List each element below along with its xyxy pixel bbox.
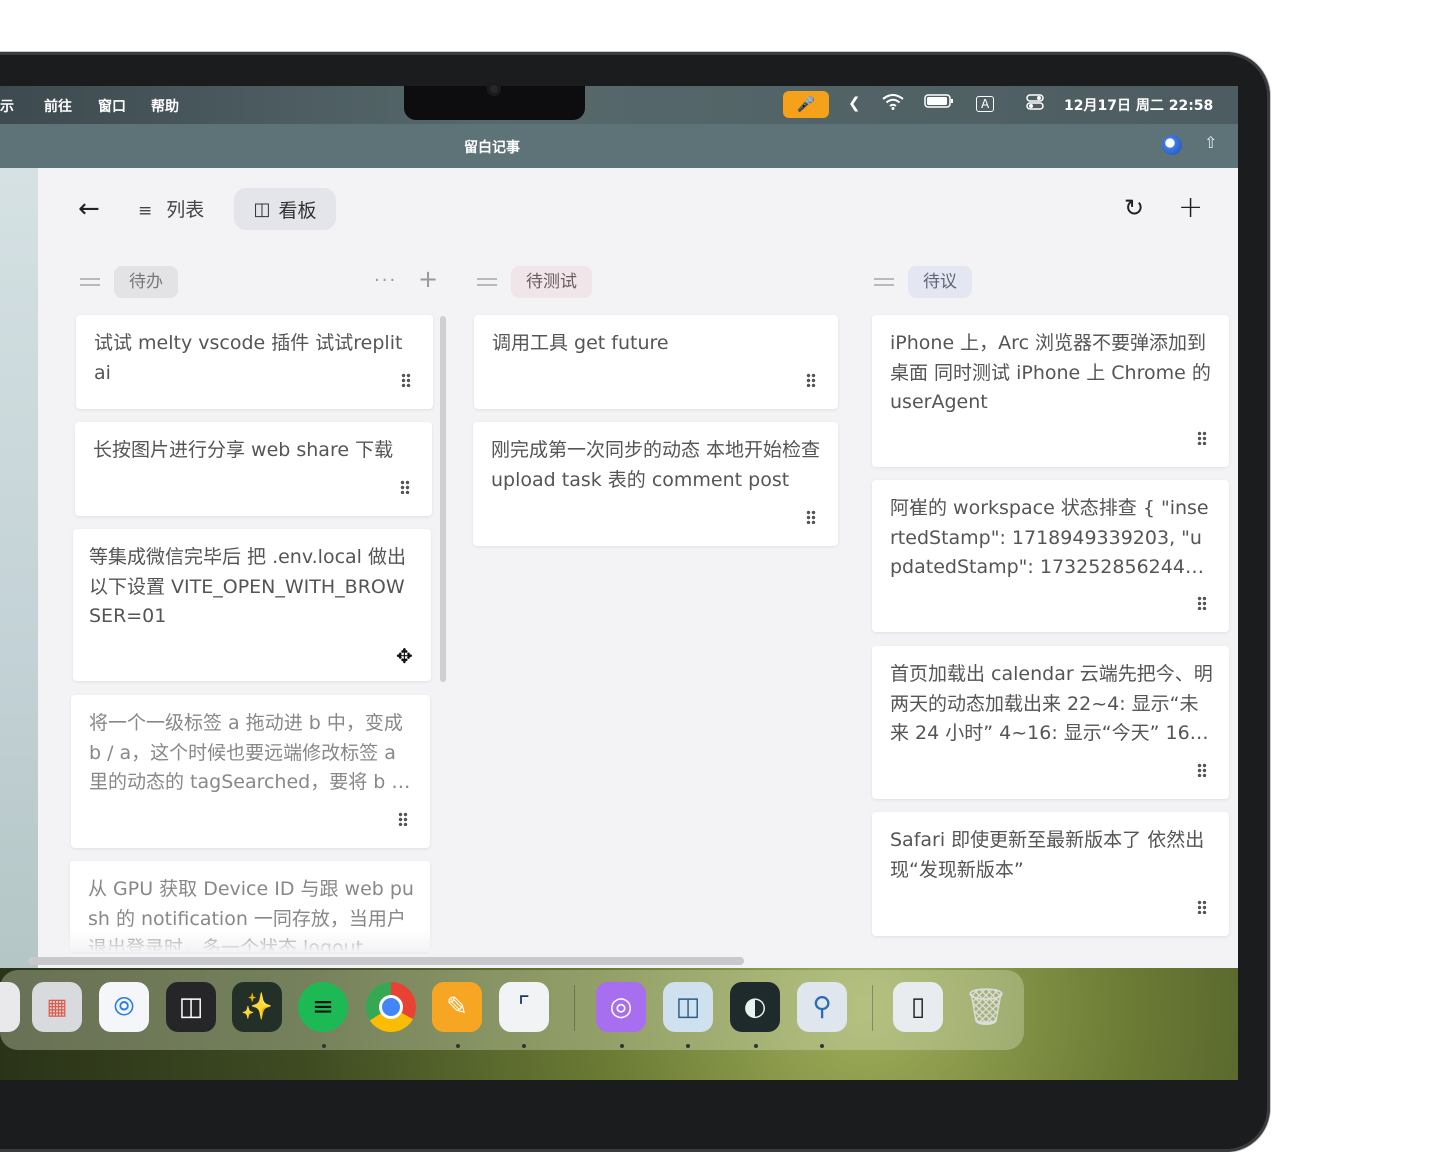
grip-icon[interactable]	[401, 373, 411, 387]
list-view-label: 列表	[166, 199, 205, 221]
menu-bar: 显示 前往 窗口 帮助	[0, 86, 1238, 124]
safari-icon[interactable]: ⦾	[99, 982, 149, 1032]
board-scrollbar[interactable]	[28, 957, 744, 965]
move-cursor-icon: ✥	[396, 644, 413, 668]
running-indicator	[620, 1044, 624, 1048]
board-view-button[interactable]: ◫ 看板	[234, 188, 336, 230]
card-text: 刚完成第一次同步的动态 本地开始检查 upload task 表的 commen…	[491, 439, 821, 491]
finder-icon[interactable]	[0, 982, 20, 1032]
column-header-discuss: 待议	[874, 266, 972, 298]
card[interactable]: Safari 即使更新至最新版本了 依然出现“发现新版本”	[872, 812, 1229, 936]
column-title[interactable]: 待测试	[511, 266, 592, 298]
column-scrollbar[interactable]	[440, 316, 446, 682]
menu-help[interactable]: 帮助	[151, 96, 179, 116]
spotify-icon[interactable]: ≡	[298, 982, 348, 1032]
card[interactable]: iPhone 上，Arc 浏览器不要弹添加到桌面 同时测试 iPhone 上 C…	[872, 315, 1229, 467]
pages-icon[interactable]: ✎	[432, 982, 482, 1032]
notes-app-icon[interactable]: ◫	[166, 982, 216, 1032]
card-text: 试试 melty vscode 插件 试试replit ai	[94, 332, 403, 384]
lark-icon[interactable]: ⌜	[499, 982, 549, 1032]
card[interactable]: 长按图片进行分享 web share 下载	[75, 422, 432, 516]
running-indicator	[820, 1044, 824, 1048]
column-add-icon[interactable]: +	[418, 265, 438, 293]
drag-handle-icon[interactable]	[477, 278, 497, 286]
grip-icon[interactable]	[1197, 900, 1207, 914]
card-text: 调用工具 get future	[492, 332, 669, 354]
grip-icon[interactable]	[1197, 596, 1207, 610]
dock-separator	[872, 985, 873, 1031]
card-text: 阿崔的 workspace 状态排查 { "insertedStamp": 17…	[890, 497, 1209, 578]
drag-handle-icon[interactable]	[874, 278, 894, 286]
running-indicator	[686, 1044, 690, 1048]
share-icon[interactable]: ⇧	[1204, 133, 1217, 152]
window-titlebar: 留白记事	[0, 124, 1238, 168]
wifi-icon[interactable]	[882, 94, 904, 114]
grip-icon[interactable]	[400, 480, 410, 494]
card-text: 首页加载出 calendar 云端先把今、明两天的动态加载出来 22~4: 显示…	[890, 663, 1213, 744]
chrome-icon[interactable]	[366, 982, 416, 1032]
sidebar-edge	[0, 168, 38, 968]
menu-window[interactable]: 窗口	[98, 96, 126, 116]
card[interactable]: 首页加载出 calendar 云端先把今、明两天的动态加载出来 22~4: 显示…	[872, 646, 1229, 799]
card-text: 长按图片进行分享 web share 下载	[93, 439, 394, 461]
preview-icon[interactable]: ◫	[663, 982, 713, 1032]
column-header-todo: 待办	[80, 266, 178, 298]
back-arrow-icon[interactable]: ←	[78, 194, 100, 224]
card[interactable]: 试试 melty vscode 插件 试试replit ai	[76, 315, 433, 409]
card[interactable]: 等集成微信完毕后 把 .env.local 做出以下设置 VITE_OPEN_W…	[73, 529, 431, 681]
camera	[487, 82, 501, 96]
iphone-mirroring-icon[interactable]: ▯	[893, 982, 943, 1032]
list-icon: ≡	[138, 201, 153, 221]
add-icon[interactable]: +	[1178, 190, 1203, 225]
refresh-icon[interactable]: ↻	[1124, 194, 1144, 222]
dock-separator	[574, 985, 575, 1031]
running-indicator	[322, 1044, 326, 1048]
arc-icon[interactable]: ◐	[730, 982, 780, 1032]
podcast-app-icon[interactable]: ◎	[596, 982, 646, 1032]
drag-handle-icon[interactable]	[80, 278, 100, 286]
card[interactable]: 调用工具 get future	[474, 315, 838, 409]
card-text: iPhone 上，Arc 浏览器不要弹添加到桌面 同时测试 iPhone 上 C…	[890, 332, 1211, 413]
card[interactable]: 刚完成第一次同步的动态 本地开始检查 upload task 表的 commen…	[473, 422, 838, 546]
grip-icon[interactable]	[398, 812, 408, 826]
running-indicator	[522, 1044, 526, 1048]
feishu-icon[interactable]: ✨	[232, 982, 282, 1032]
window-title: 留白记事	[464, 140, 520, 156]
menu-go[interactable]: 前往	[44, 96, 72, 116]
more-icon[interactable]: ···	[374, 270, 397, 291]
quicktime-icon[interactable]: ⚲	[797, 982, 847, 1032]
card[interactable]: 将一个一级标签 a 拖动进 b 中，变成 b / a，这个时候也要远端修改标签 …	[71, 695, 430, 848]
card-text: 等集成微信完毕后 把 .env.local 做出以下设置 VITE_OPEN_W…	[89, 546, 406, 627]
board-icon: ◫	[253, 198, 271, 220]
card-text: Safari 即使更新至最新版本了 依然出现“发现新版本”	[890, 829, 1205, 881]
trash-icon[interactable]: 🗑	[961, 982, 1011, 1032]
running-indicator	[456, 1044, 460, 1048]
chevron-left-icon[interactable]: ❮	[848, 94, 861, 112]
menu-view[interactable]: 显示	[0, 96, 14, 116]
grip-icon[interactable]	[1197, 431, 1207, 445]
grip-icon[interactable]	[806, 373, 816, 387]
column-title[interactable]: 待议	[908, 266, 972, 298]
card[interactable]: 阿崔的 workspace 状态排查 { "insertedStamp": 17…	[872, 480, 1229, 632]
microphone-icon[interactable]: 🎤	[783, 91, 829, 118]
browser-globe-icon[interactable]	[1162, 135, 1182, 155]
menu-clock[interactable]: 12月17日 周二 22:58	[1064, 95, 1213, 115]
input-source-icon[interactable]: A	[976, 96, 995, 112]
control-center-icon[interactable]	[1026, 94, 1044, 114]
card-text: 将一个一级标签 a 拖动进 b 中，变成 b / a，这个时候也要远端修改标签 …	[89, 712, 403, 793]
column-title[interactable]: 待办	[114, 266, 178, 298]
list-view-button[interactable]: ≡ 列表	[138, 195, 204, 222]
grip-icon[interactable]	[1197, 763, 1207, 777]
launchpad-icon[interactable]: ▦	[32, 982, 82, 1032]
column-fade	[60, 930, 440, 952]
running-indicator	[754, 1044, 758, 1048]
board-view-label: 看板	[278, 199, 317, 222]
column-header-testing: 待测试	[477, 266, 592, 298]
grip-icon[interactable]	[806, 510, 816, 524]
battery-icon[interactable]	[924, 94, 954, 112]
